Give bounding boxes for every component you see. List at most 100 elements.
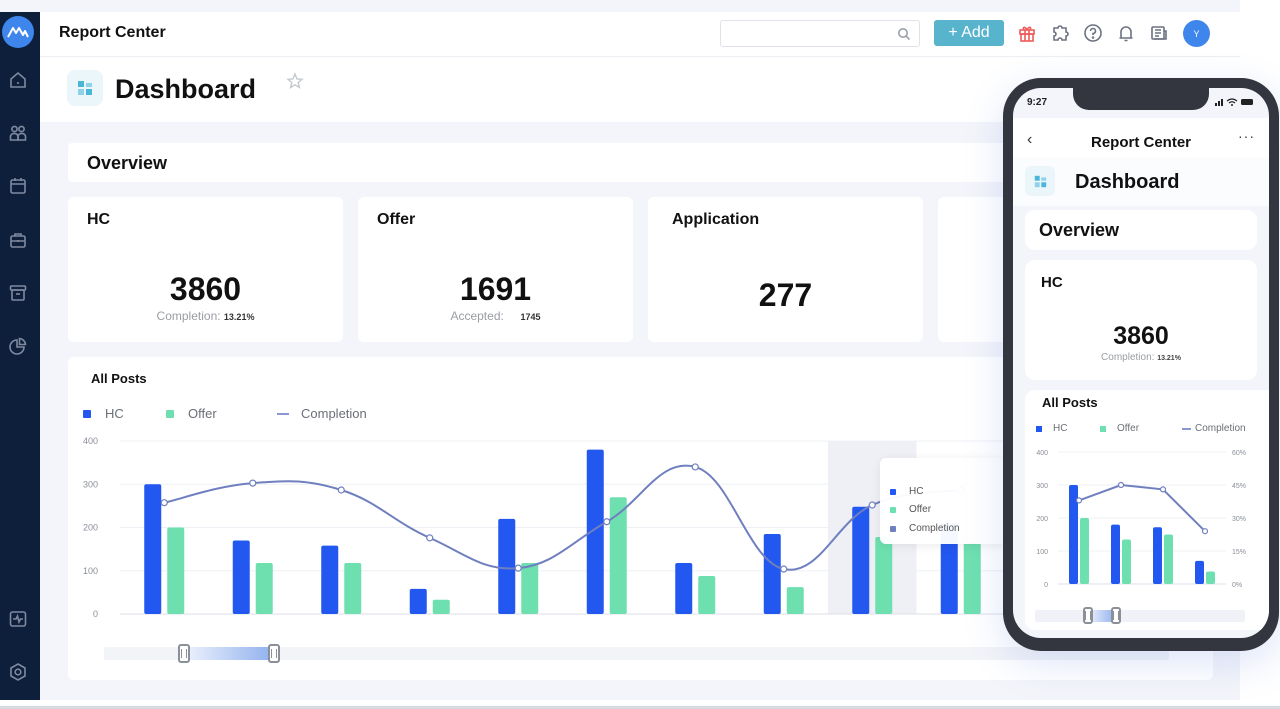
kpi-label: Offer — [377, 211, 416, 228]
gift-icon — [1019, 26, 1035, 42]
overview-section-header: Overview — [68, 143, 1018, 182]
y2-tick-label: 30% — [1232, 516, 1246, 523]
line-completion — [1078, 483, 1206, 532]
sidebar-item-settings[interactable] — [7, 661, 29, 683]
kpi-value: 3860 — [169, 271, 242, 307]
bell-icon — [1119, 26, 1133, 42]
kpi-card-offer[interactable]: Offer 1691 Accepted: 1745 — [358, 197, 633, 342]
add-button[interactable]: + Add — [934, 20, 1004, 46]
bar-hc — [498, 518, 516, 614]
bar-offer — [167, 527, 185, 614]
favorite-button[interactable] — [286, 72, 304, 90]
sidebar-item-calendar[interactable] — [7, 175, 29, 197]
chart-tooltip: HC Offer Completion — [880, 458, 1005, 544]
kpi-subtext: Accepted: 1745 — [358, 309, 633, 323]
all-posts-chart[interactable]: 0 100 200 300 400 — [68, 357, 1018, 637]
logo-mountain-icon — [7, 27, 29, 38]
y2-tick-label: 60% — [1232, 450, 1246, 457]
bar-offer — [698, 575, 716, 614]
y-tick-label: 100 — [83, 566, 98, 576]
users-icon — [9, 125, 27, 141]
slider-handle-start[interactable] — [178, 644, 190, 663]
page-title: Dashboard — [115, 74, 257, 104]
point-completion — [691, 463, 699, 471]
tooltip-label: HC — [909, 486, 924, 497]
kpi-value: 277 — [758, 277, 813, 313]
sidebar-item-jobs[interactable] — [7, 229, 29, 251]
activity-icon — [9, 611, 27, 627]
chart-zoom-slider[interactable] — [104, 644, 1169, 663]
bar-offer — [1080, 518, 1089, 584]
bar-offer — [255, 562, 273, 614]
kpi-value: 1691 — [459, 271, 532, 307]
sidebar-item-home[interactable] — [7, 69, 29, 91]
bar-offer — [1164, 534, 1173, 584]
gift-button[interactable] — [1016, 22, 1038, 44]
bar-offer — [875, 537, 893, 614]
y-tick-label: 400 — [83, 436, 98, 446]
point-completion — [1201, 528, 1209, 535]
news-icon — [1151, 26, 1167, 40]
plugins-button[interactable] — [1049, 22, 1071, 44]
archive-icon — [9, 285, 27, 301]
bar-hc — [409, 588, 427, 614]
user-avatar[interactable]: Y — [1183, 20, 1210, 47]
kpi-sub-label: Completion: — [156, 309, 221, 323]
slider-handle-end[interactable] — [268, 644, 280, 663]
y-tick-label: 300 — [1036, 483, 1048, 490]
sidebar-item-archive[interactable] — [7, 282, 29, 304]
bar-hc — [232, 540, 250, 614]
kpi-label: HC — [87, 211, 111, 228]
bar-offer — [521, 562, 539, 614]
star-icon — [286, 72, 304, 89]
mobile-chart-zoom-slider[interactable] — [1035, 607, 1245, 624]
kpi-card-hc[interactable]: HC 3860 Completion: 13.21% — [68, 197, 343, 342]
point-completion — [1159, 486, 1167, 493]
y2-tick-label: 45% — [1232, 483, 1246, 490]
slider-handle-end[interactable] — [1111, 607, 1121, 624]
calendar-icon — [10, 178, 26, 194]
y-tick-label: 0 — [1044, 582, 1048, 589]
sidebar — [0, 12, 40, 700]
home-icon — [10, 71, 26, 88]
y-tick-label: 400 — [1036, 450, 1048, 457]
sidebar-item-team[interactable] — [7, 122, 29, 144]
app-logo[interactable] — [2, 16, 34, 48]
y-tick-label: 200 — [83, 523, 98, 533]
kpi-card-application[interactable]: Application 277 — [648, 197, 923, 342]
search-input[interactable] — [720, 20, 920, 47]
kpi-label: Application — [672, 211, 760, 228]
news-button[interactable] — [1148, 22, 1170, 44]
bar-offer — [344, 562, 362, 614]
kpi-subtext: Completion: 13.21% — [68, 309, 343, 323]
point-completion — [1075, 497, 1083, 504]
y-tick-label: 0 — [93, 609, 98, 619]
bar-hc — [763, 533, 781, 614]
mobile-preview: 9:27 ‹ Report Center ··· Dashboard Overv… — [1003, 78, 1279, 651]
y-tick-label: 100 — [1036, 549, 1048, 556]
bar-offer — [786, 587, 804, 614]
mobile-screen: 9:27 ‹ Report Center ··· Dashboard Overv… — [1013, 88, 1269, 638]
y2-tick-label: 15% — [1232, 549, 1246, 556]
point-completion — [514, 564, 522, 572]
bar-offer — [963, 542, 981, 614]
settings-icon — [10, 663, 26, 681]
help-button[interactable] — [1082, 22, 1104, 44]
slider-selection[interactable] — [184, 647, 275, 660]
tooltip-row-offer: Offer — [890, 504, 931, 515]
sidebar-item-reports[interactable] — [7, 335, 29, 357]
slider-handle-start[interactable] — [1083, 607, 1093, 624]
notifications-button[interactable] — [1115, 22, 1137, 44]
point-completion — [249, 479, 257, 487]
bar-offer — [432, 599, 450, 614]
app-title: Report Center — [59, 24, 166, 41]
point-completion — [337, 486, 345, 494]
mobile-all-posts-chart[interactable]: 0 100 200 300 400 0% 15% 30% 45% 60% — [1013, 88, 1269, 638]
point-completion — [426, 534, 434, 542]
sidebar-item-activity[interactable] — [7, 608, 29, 630]
kpi-sub-value: 13.21% — [223, 312, 255, 322]
bar-hc — [144, 484, 162, 614]
dashboard-icon — [67, 70, 103, 106]
bar-hc — [852, 506, 870, 614]
briefcase-icon — [10, 233, 26, 248]
